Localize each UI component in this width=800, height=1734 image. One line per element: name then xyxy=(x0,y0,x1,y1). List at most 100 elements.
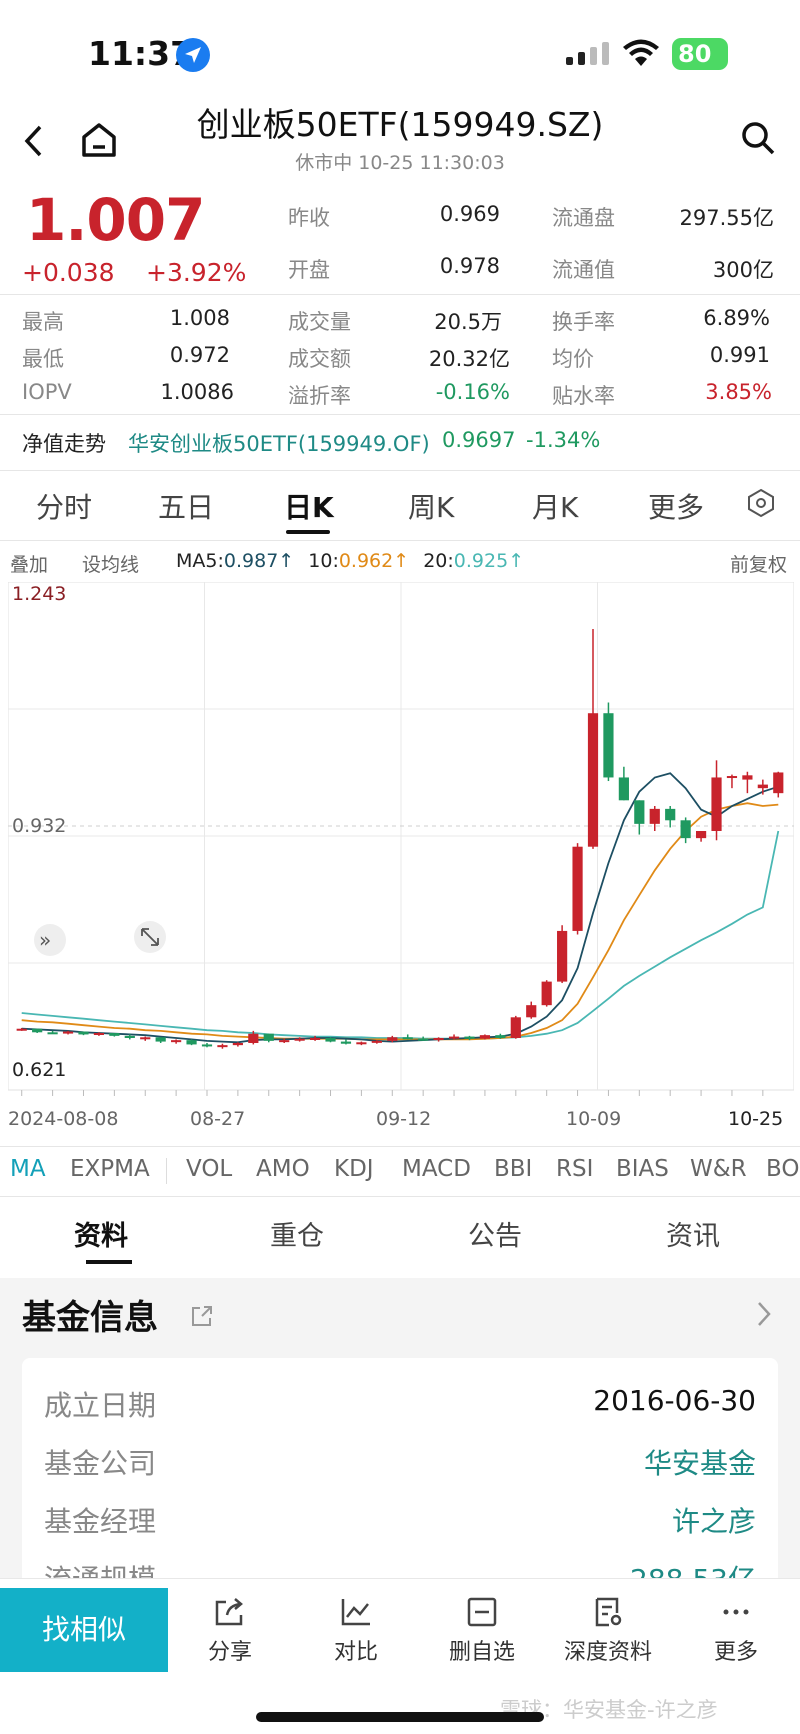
indicator-macd[interactable]: MACD xyxy=(402,1156,471,1182)
candle-body-33 xyxy=(526,1005,537,1018)
candle-body-35 xyxy=(557,930,568,982)
indicator-bo[interactable]: BO xyxy=(766,1156,800,1182)
float-shares-label: 流通盘 xyxy=(552,206,615,230)
tab-five-day[interactable]: 五日 xyxy=(158,486,214,526)
tab-more[interactable]: 更多 xyxy=(648,486,704,526)
y-label-1: 0.932 xyxy=(12,815,66,837)
float-value-label: 流通值 xyxy=(552,258,615,282)
open-value: 0.978 xyxy=(439,254,500,278)
candle-body-34 xyxy=(541,981,552,1006)
candlestick-chart[interactable]: 1.243 0.932 0.621 » xyxy=(8,582,794,1098)
more-button[interactable]: 更多 xyxy=(676,1596,796,1666)
candle-body-30 xyxy=(479,1035,491,1039)
tab-weekly-k[interactable]: 周K xyxy=(408,486,454,526)
candle-body-21 xyxy=(340,1041,352,1044)
candle-body-43 xyxy=(680,820,691,839)
indicator-bbi[interactable]: BBI xyxy=(494,1156,532,1182)
tab-announcements[interactable]: 公告 xyxy=(468,1214,522,1253)
candle-body-31 xyxy=(495,1035,506,1039)
remove-watchlist-button[interactable]: 删自选 xyxy=(422,1596,542,1666)
cellular-signal-icon xyxy=(566,42,609,65)
nav-value: 0.9697 xyxy=(442,428,516,452)
candle-body-45 xyxy=(711,777,722,831)
location-arrow-icon xyxy=(176,38,210,72)
info-tab-underline xyxy=(86,1260,132,1264)
home-indicator xyxy=(256,1712,544,1722)
active-tab-underline xyxy=(286,530,330,534)
indicator-rsi[interactable]: RSI xyxy=(556,1156,593,1182)
ma5-value: 0.987↑ xyxy=(223,550,295,572)
avg-price-value: 0.991 xyxy=(709,343,770,367)
candle-body-2 xyxy=(47,1032,58,1035)
candle-body-19 xyxy=(309,1038,321,1041)
remove-square-icon xyxy=(467,1597,497,1627)
document-icon xyxy=(595,1597,622,1627)
tab-monthly-k[interactable]: 月K xyxy=(532,486,578,526)
overlay-button[interactable]: 叠加 xyxy=(10,550,48,577)
ma10-label: 10: xyxy=(308,550,339,572)
share-button[interactable]: 分享 xyxy=(170,1596,290,1666)
tab-news[interactable]: 资讯 xyxy=(666,1214,720,1253)
nav-trend-label: 净值走势 xyxy=(22,432,106,456)
indicator-bias[interactable]: BIAS xyxy=(616,1156,669,1182)
tab-daily-k[interactable]: 日K xyxy=(284,486,334,526)
fund-manager-link[interactable]: 许之彦 xyxy=(672,1500,756,1540)
volume-label: 成交量 xyxy=(288,310,351,334)
x-label-2: 09-12 xyxy=(376,1108,432,1130)
ma20-value: 0.925↑ xyxy=(453,550,525,572)
high-label: 最高 xyxy=(22,310,64,334)
indicator-divider xyxy=(166,1158,167,1184)
indicator-ma[interactable]: MA xyxy=(10,1156,46,1182)
price-change-percent: +3.92% xyxy=(146,258,247,287)
x-label-0: 2024-08-08 xyxy=(8,1108,119,1130)
candle-body-22 xyxy=(356,1042,367,1045)
adjust-mode-button[interactable]: 前复权 xyxy=(730,550,787,577)
low-label: 最低 xyxy=(22,347,64,371)
tab-profile[interactable]: 资料 xyxy=(74,1214,128,1253)
search-icon[interactable] xyxy=(740,120,776,160)
nav-fund-link[interactable]: 华安创业板50ETF(159949.OF) xyxy=(128,428,430,458)
market-status: 休市中 10-25 11:30:03 xyxy=(295,152,505,174)
external-link-icon[interactable] xyxy=(190,1304,214,1332)
candle-body-16 xyxy=(263,1033,274,1041)
set-ma-button[interactable]: 设均线 xyxy=(82,550,139,577)
ma10-line xyxy=(21,802,779,1041)
candle-body-48 xyxy=(757,784,768,789)
section-title: 基金信息 xyxy=(22,1298,158,1338)
candle-body-10 xyxy=(171,1040,182,1043)
amount-label: 成交额 xyxy=(288,347,351,371)
avg-price-label: 均价 xyxy=(552,347,594,371)
candle-body-29 xyxy=(464,1036,475,1039)
candle-body-38 xyxy=(603,713,614,778)
candle-body-18 xyxy=(294,1038,305,1041)
chevron-right-icon[interactable] xyxy=(756,1300,772,1332)
candle-body-42 xyxy=(665,808,676,821)
candle-body-13 xyxy=(217,1045,228,1048)
indicator-kdj[interactable]: KDJ xyxy=(334,1156,374,1182)
fund-company-link[interactable]: 华安基金 xyxy=(644,1442,756,1482)
discount-value: 3.85% xyxy=(705,380,772,404)
indicator-expma[interactable]: EXPMA xyxy=(70,1156,150,1182)
tab-holdings[interactable]: 重仓 xyxy=(270,1214,324,1253)
deep-data-button[interactable]: 深度资料 xyxy=(548,1596,668,1666)
find-similar-button[interactable]: 找相似 xyxy=(0,1588,168,1672)
chart-settings-icon[interactable] xyxy=(746,488,776,522)
prev-close-value: 0.969 xyxy=(439,202,500,226)
amount-value: 20.32亿 xyxy=(428,347,510,371)
turnover-value: 6.89% xyxy=(703,306,770,330)
candle-body-12 xyxy=(201,1044,213,1047)
tab-intraday[interactable]: 分时 xyxy=(36,486,92,526)
indicator-amo[interactable]: AMO xyxy=(256,1156,310,1182)
ma5-line xyxy=(21,772,779,1044)
compare-button[interactable]: 对比 xyxy=(296,1596,416,1666)
candle-body-28 xyxy=(448,1036,460,1039)
y-label-0: 1.243 xyxy=(12,583,66,605)
candle-body-20 xyxy=(325,1038,336,1042)
high-value: 1.008 xyxy=(169,306,230,330)
ma-legend: MA5:0.987↑ 10:0.962↑ 20:0.925↑ xyxy=(176,550,524,572)
indicator-wr[interactable]: W&R xyxy=(690,1156,747,1182)
candle-body-3 xyxy=(62,1031,74,1034)
candle-body-5 xyxy=(93,1033,105,1036)
indicator-vol[interactable]: VOL xyxy=(186,1156,232,1182)
candle-body-23 xyxy=(371,1040,382,1043)
